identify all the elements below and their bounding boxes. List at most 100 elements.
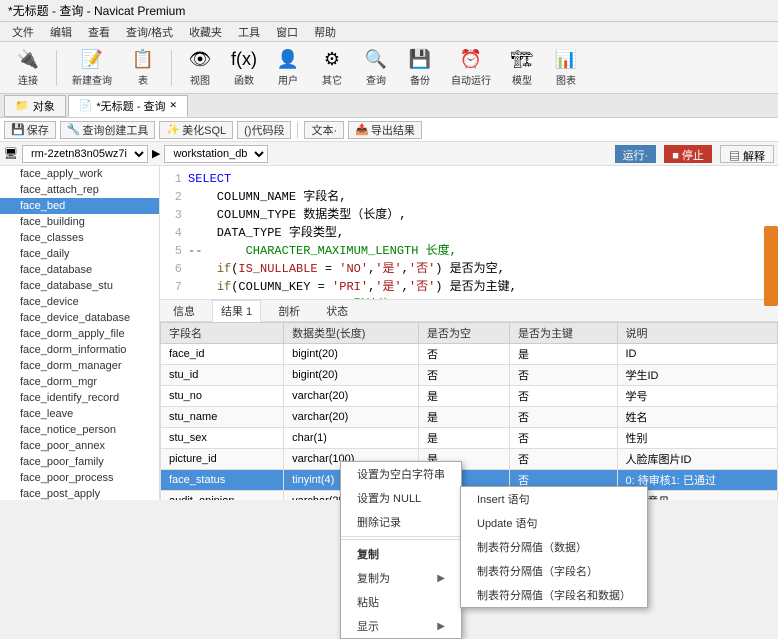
- table-cell: 学号: [617, 386, 778, 407]
- sidebar-item-face_device_database[interactable]: face_device_database: [0, 310, 159, 326]
- toolbar-btn-备份[interactable]: 💾备份: [400, 46, 440, 90]
- menu-item-查询/格式[interactable]: 查询/格式: [118, 22, 181, 42]
- sidebar-item-face_poor_family[interactable]: face_poor_family: [0, 454, 159, 470]
- tab-icon-0: 📁: [15, 99, 29, 112]
- table-row[interactable]: stu_sexchar(1)是否性别: [161, 428, 778, 449]
- sidebar-item-face_notice_person[interactable]: face_notice_person: [0, 422, 159, 438]
- toolbar-btn-自动运行[interactable]: ⏰自动运行: [444, 46, 498, 90]
- tab-icon-1: 📄: [79, 99, 93, 112]
- sidebar-item-face_dorm_mgr[interactable]: face_dorm_mgr: [0, 374, 159, 390]
- result-tab-状态[interactable]: 状态: [317, 300, 357, 322]
- sidebar-item-face_dorm_informatio[interactable]: face_dorm_informatio: [0, 342, 159, 358]
- toolbar-label-自动运行: 自动运行: [451, 72, 491, 87]
- toolbar-btn-函数[interactable]: f(x)函数: [224, 46, 264, 90]
- result-tab-剖析[interactable]: 剖析: [269, 300, 309, 322]
- sidebar-item-face_dorm_apply_file[interactable]: face_dorm_apply_file: [0, 326, 159, 342]
- result-tab-信息[interactable]: 信息: [164, 300, 204, 322]
- toolbar-btn-视图[interactable]: 👁视图: [180, 46, 220, 90]
- table-row[interactable]: stu_idbigint(20)否否学生ID: [161, 365, 778, 386]
- code-content[interactable]: SELECT COLUMN_NAME 字段名, COLUMN_TYPE 数据类型…: [188, 170, 774, 295]
- tab-0[interactable]: 📁 对象: [4, 95, 66, 117]
- submenu-item-1[interactable]: Update 语句: [461, 511, 647, 535]
- toolbar-btn-新建查询[interactable]: 📝新建查询: [65, 46, 119, 90]
- sidebar-item-face_poor_process[interactable]: face_poor_process: [0, 470, 159, 486]
- table-row[interactable]: stu_namevarchar(20)是否姓名: [161, 407, 778, 428]
- sidebar-item-face_database[interactable]: face_database: [0, 262, 159, 278]
- sidebar-item-face_apply_work[interactable]: face_apply_work: [0, 166, 159, 182]
- col-header-是否为主键: 是否为主键: [510, 323, 617, 344]
- table-cell: 人脸库图片ID: [617, 449, 778, 470]
- connection-select[interactable]: rm-2zetn83n05wz7i: [22, 145, 148, 163]
- stop-button[interactable]: ■ 停止: [664, 145, 712, 163]
- sidebar-item-face_poor_annex[interactable]: face_poor_annex: [0, 438, 159, 454]
- submenu-item-0[interactable]: Insert 语句: [461, 487, 647, 511]
- database-select[interactable]: workstation_db: [164, 145, 268, 163]
- explain-button[interactable]: ▤ 解释: [720, 145, 774, 163]
- ctx-item-0[interactable]: 设置为空白字符串: [341, 462, 461, 486]
- sidebar-item-face_daily[interactable]: face_daily: [0, 246, 159, 262]
- run-button[interactable]: 运行·: [615, 145, 657, 163]
- toolbar-icon-表: 📋: [131, 49, 155, 70]
- table-row[interactable]: stu_novarchar(20)是否学号: [161, 386, 778, 407]
- menu-item-编辑[interactable]: 编辑: [42, 22, 80, 42]
- query-builder-button[interactable]: 🔧 查询创建工具: [60, 121, 156, 139]
- sidebar-item-face_attach_rep[interactable]: face_attach_rep: [0, 182, 159, 198]
- text-button[interactable]: 文本·: [304, 121, 344, 139]
- save-button[interactable]: 💾 保存: [4, 121, 56, 139]
- ctx-item-1[interactable]: 设置为 NULL: [341, 486, 461, 510]
- tab-1[interactable]: 📄*无标题 - 查询 ✕: [68, 95, 188, 117]
- col-header-字段名: 字段名: [161, 323, 284, 344]
- code-editor[interactable]: 1 2 3 4 5 6 7 8 9 SELECT COLUMN_NAME 字段名…: [160, 166, 778, 300]
- sidebar-item-face_dorm_manager[interactable]: face_dorm_manager: [0, 358, 159, 374]
- result-tab-结果 1[interactable]: 结果 1: [212, 300, 261, 322]
- tab-label-0: 对象: [33, 98, 55, 114]
- table-cell: stu_id: [161, 365, 284, 386]
- sidebar-item-face_identify_record[interactable]: face_identify_record: [0, 390, 159, 406]
- menu-item-窗口[interactable]: 窗口: [268, 22, 306, 42]
- toolbar-label-用户: 用户: [278, 72, 298, 87]
- toolbar-btn-查询[interactable]: 🔍查询: [356, 46, 396, 90]
- beautify-button[interactable]: ✨ 美化SQL: [159, 121, 233, 139]
- toolbar-icon-图表: 📊: [554, 49, 578, 70]
- toolbar-btn-用户[interactable]: 👤 用户: [268, 46, 308, 90]
- submenu: Insert 语句Update 语句制表符分隔值（数据）制表符分隔值（字段名）制…: [460, 486, 648, 608]
- ctx-label-2: 删除记录: [357, 514, 401, 530]
- table-cell: varchar(20): [284, 386, 419, 407]
- toolbar-btn-模型[interactable]: 🏗模型: [502, 46, 542, 90]
- menu-item-收藏夹[interactable]: 收藏夹: [181, 22, 230, 42]
- table-row[interactable]: picture_idvarchar(100)是否人脸库图片ID: [161, 449, 778, 470]
- toolbar-label-新建查询: 新建查询: [72, 72, 112, 87]
- tab-close-1[interactable]: ✕: [169, 100, 177, 111]
- sidebar-item-face_classes[interactable]: face_classes: [0, 230, 159, 246]
- ctx-item-3[interactable]: 复制: [341, 542, 461, 566]
- toolbar-btn-其它[interactable]: ⚙其它: [312, 46, 352, 90]
- menu-item-查看[interactable]: 查看: [80, 22, 118, 42]
- ctx-item-2[interactable]: 删除记录: [341, 510, 461, 534]
- table-row[interactable]: face_idbigint(20)否是ID: [161, 344, 778, 365]
- toolbar-icon-用户: 👤: [276, 49, 300, 70]
- toolbar-btn-图表[interactable]: 📊图表: [546, 46, 586, 90]
- toolbar-btn-连接[interactable]: 🔌连接: [8, 46, 48, 90]
- submenu-item-4[interactable]: 制表符分隔值（字段名和数据）: [461, 583, 647, 607]
- table-cell: face_status: [161, 470, 284, 491]
- ctx-item-5[interactable]: 粘贴: [341, 590, 461, 614]
- sidebar-item-face_database_stu[interactable]: face_database_stu: [0, 278, 159, 294]
- menu-item-工具[interactable]: 工具: [230, 22, 268, 42]
- submenu-item-2[interactable]: 制表符分隔值（数据）: [461, 535, 647, 559]
- toolbar-btn-表[interactable]: 📋表: [123, 46, 163, 90]
- export-button[interactable]: 📤 导出结果: [348, 121, 422, 139]
- sidebar-item-face_post_apply[interactable]: face_post_apply: [0, 486, 159, 500]
- menu-item-帮助[interactable]: 帮助: [306, 22, 344, 42]
- sidebar-item-face_leave[interactable]: face_leave: [0, 406, 159, 422]
- toolbar-icon-其它: ⚙: [320, 49, 344, 70]
- code-segment-button[interactable]: ()代码段: [237, 121, 291, 139]
- ctx-item-4[interactable]: 复制为▶: [341, 566, 461, 590]
- ctx-label-5: 粘贴: [357, 594, 379, 610]
- table-cell: 否: [418, 344, 509, 365]
- sidebar-item-face_bed[interactable]: face_bed: [0, 198, 159, 214]
- ctx-item-6[interactable]: 显示▶: [341, 614, 461, 638]
- menu-item-文件[interactable]: 文件: [4, 22, 42, 42]
- submenu-item-3[interactable]: 制表符分隔值（字段名）: [461, 559, 647, 583]
- sidebar-item-face_device[interactable]: face_device: [0, 294, 159, 310]
- sidebar-item-face_building[interactable]: face_building: [0, 214, 159, 230]
